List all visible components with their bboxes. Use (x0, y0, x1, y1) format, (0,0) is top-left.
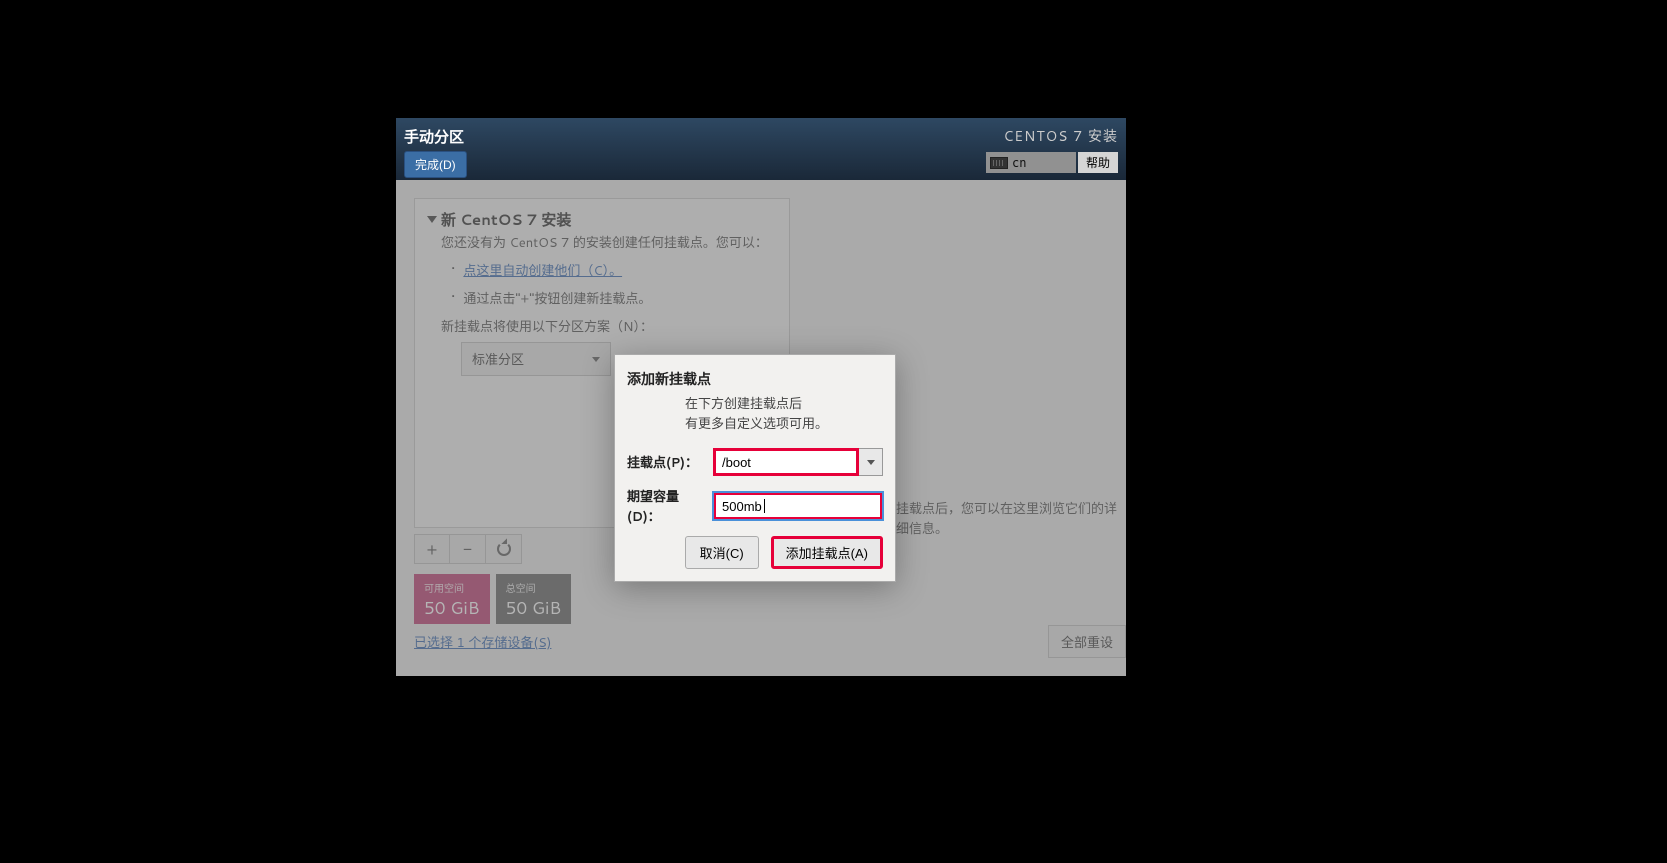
dialog-desc: 在下方创建挂载点后 有更多自定义选项可用。 (685, 395, 883, 434)
scheme-label: 新挂载点将使用以下分区方案（N）： (441, 316, 777, 336)
capacity-label: 期望容量(D)： (627, 486, 707, 526)
lang-help-row: cn 帮助 (986, 152, 1118, 173)
right-panel-hint: 挂载点后，您可以在这里浏览它们的详细信息。 (896, 498, 1126, 538)
section-header[interactable]: 新 CentOS 7 安装 (427, 209, 777, 230)
capacity-input[interactable] (713, 492, 883, 520)
dialog-title: 添加新挂载点 (627, 369, 883, 389)
storage-devices-link[interactable]: 已选择 1 个存储设备(S) (414, 632, 551, 652)
header-right: CENTOS 7 安装 cn 帮助 (986, 126, 1118, 173)
mount-point-row: 挂载点(P)： (627, 448, 883, 476)
mount-point-input-wrap (713, 448, 883, 476)
header-left: 手动分区 完成(D) (404, 126, 467, 178)
dialog-desc-line1: 在下方创建挂载点后 (685, 395, 802, 413)
installer-label: CENTOS 7 安装 (1003, 126, 1118, 146)
installer-window: 手动分区 完成(D) CENTOS 7 安装 cn 帮助 新 CentOS 7 … (396, 118, 1126, 676)
total-space-box: 总空间 50 GiB (496, 574, 572, 624)
cancel-button[interactable]: 取消(C) (685, 536, 759, 569)
mount-point-label: 挂载点(P)： (627, 452, 707, 472)
add-mount-button[interactable]: + (414, 534, 450, 564)
mount-point-dropdown[interactable] (859, 448, 883, 476)
keyboard-indicator[interactable]: cn (986, 152, 1076, 173)
remove-mount-button[interactable]: − (450, 534, 486, 564)
add-mount-point-button[interactable]: 添加挂载点(A) (771, 536, 883, 569)
text-cursor (764, 499, 765, 513)
dialog-buttons: 取消(C) 添加挂载点(A) (627, 536, 883, 569)
manual-hint-text: 通过点击"+"按钮创建新挂载点。 (463, 288, 651, 308)
reload-icon (497, 542, 511, 556)
reload-button[interactable] (486, 534, 522, 564)
chevron-down-icon (592, 357, 600, 362)
scheme-value: 标准分区 (472, 349, 524, 369)
available-space-value: 50 GiB (424, 596, 480, 620)
bullet-icon: • (451, 288, 455, 305)
section-title: 新 CentOS 7 安装 (441, 209, 571, 230)
header-bar: 手动分区 完成(D) CENTOS 7 安装 cn 帮助 (396, 118, 1126, 180)
auto-create-link[interactable]: 点这里自动创建他们（C）。 (463, 260, 622, 280)
mount-point-input[interactable] (713, 448, 859, 476)
total-space-value: 50 GiB (506, 596, 562, 620)
manual-hint-item: • 通过点击"+"按钮创建新挂载点。 (451, 288, 777, 308)
reset-all-button[interactable]: 全部重设 (1048, 625, 1126, 658)
add-mount-dialog: 添加新挂载点 在下方创建挂载点后 有更多自定义选项可用。 挂载点(P)： 期望容… (614, 354, 896, 582)
auto-create-item: • 点这里自动创建他们（C）。 (451, 260, 777, 280)
keyboard-layout-text: cn (1012, 156, 1026, 170)
scheme-select[interactable]: 标准分区 (461, 342, 611, 376)
bullet-icon: • (451, 260, 455, 277)
help-button[interactable]: 帮助 (1078, 152, 1118, 173)
dialog-desc-line2: 有更多自定义选项可用。 (685, 415, 828, 433)
keyboard-icon (990, 157, 1008, 169)
expand-icon (427, 216, 437, 223)
capacity-row: 期望容量(D)： (627, 486, 883, 526)
section-desc: 您还没有为 CentOS 7 的安装创建任何挂载点。您可以： (441, 234, 777, 252)
capacity-input-wrap (713, 492, 883, 520)
done-button[interactable]: 完成(D) (404, 151, 467, 178)
page-title: 手动分区 (404, 126, 467, 147)
available-space-label: 可用空间 (424, 580, 480, 596)
content-area: 新 CentOS 7 安装 您还没有为 CentOS 7 的安装创建任何挂载点。… (396, 180, 1126, 676)
total-space-label: 总空间 (506, 580, 562, 596)
chevron-down-icon (867, 460, 875, 465)
available-space-box: 可用空间 50 GiB (414, 574, 490, 624)
